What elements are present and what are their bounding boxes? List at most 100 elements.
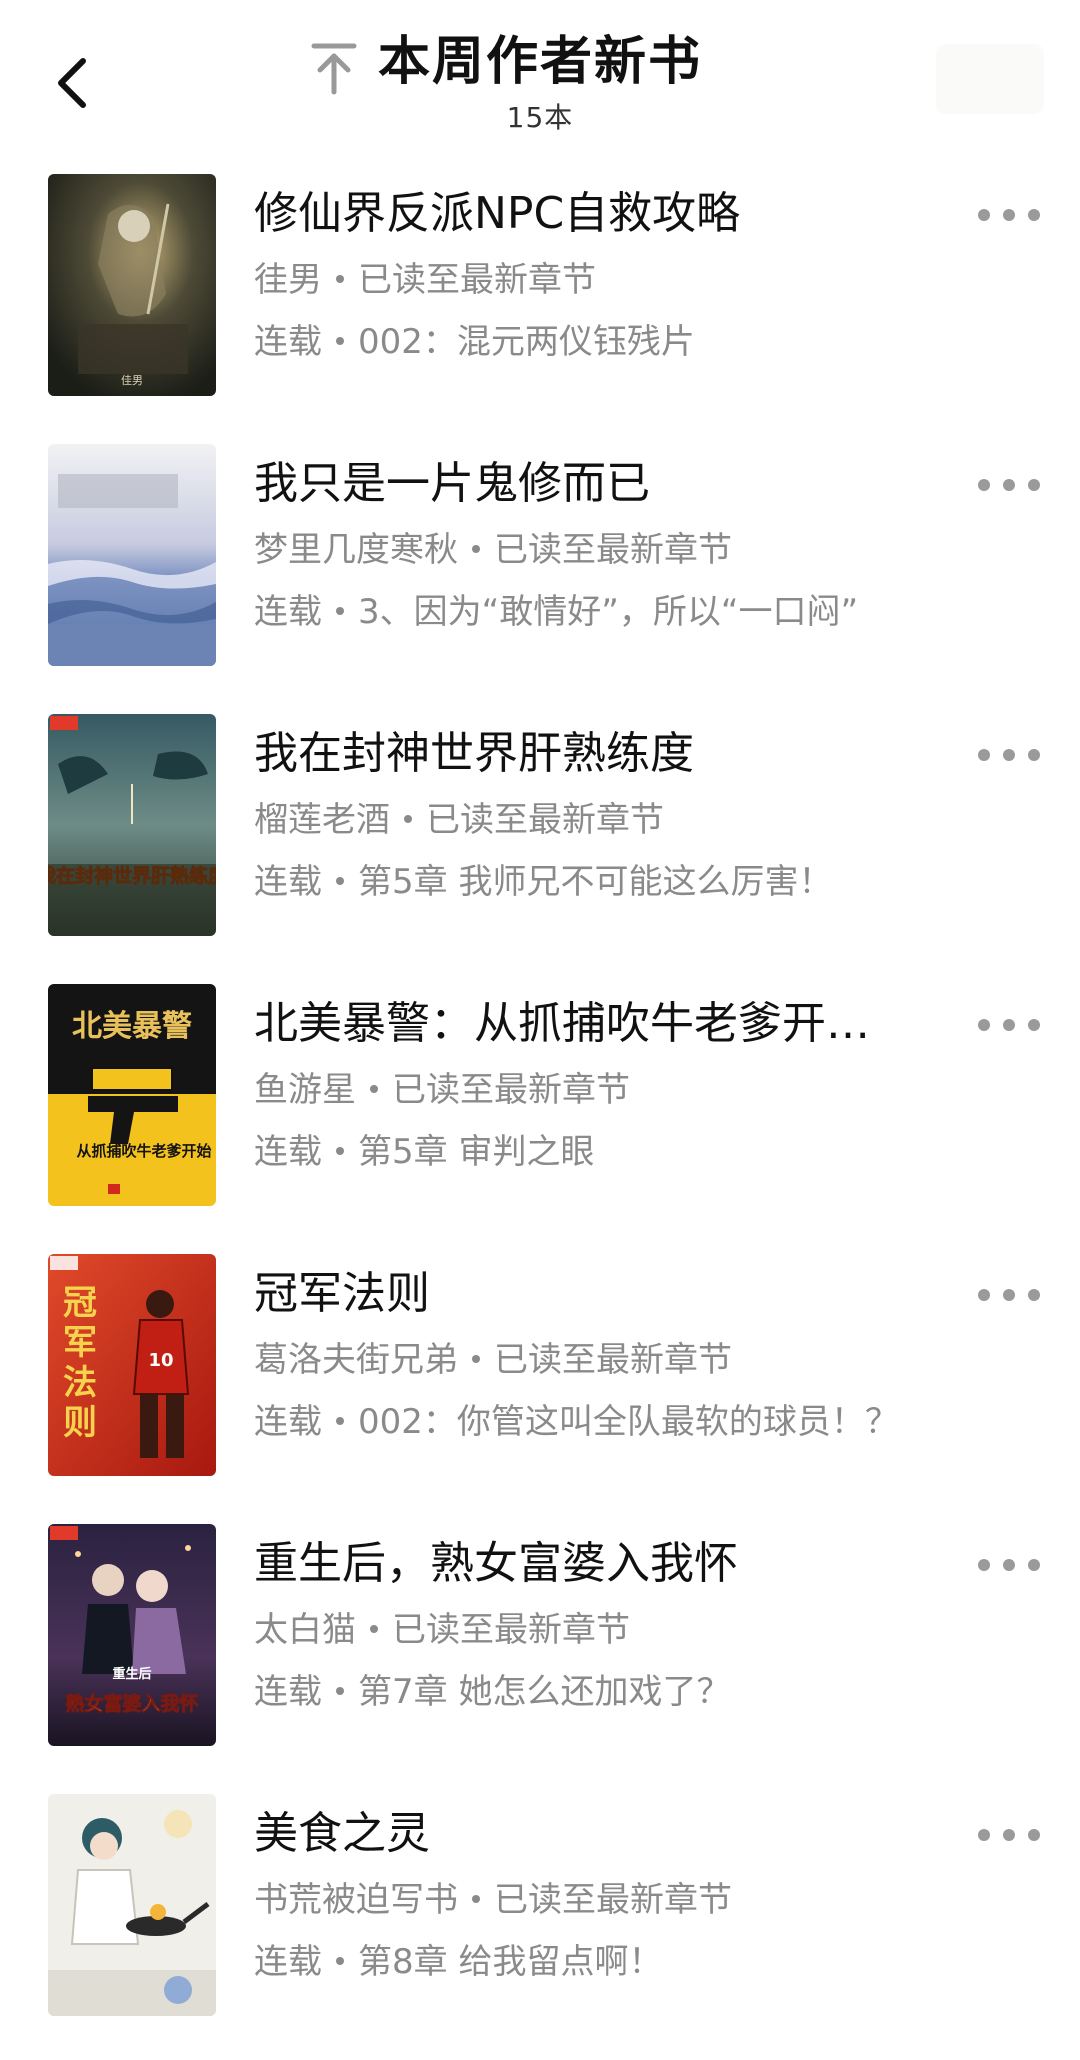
chapter-title: 第7章 她怎么还加戏了？ [358,1672,731,1712]
chapter-title: 第5章 审判之眼 [358,1132,595,1172]
more-options-button[interactable] [978,1550,1040,1580]
book-meta: 榴莲老酒 已读至最新章节 [254,796,664,844]
book-author: 徍男 [254,260,322,300]
book-list: 佳男 修仙界反派NPC自救攻略 徍男 已读至最新章节 连载 002：混元两仪钰残片 [0,170,1080,2060]
latest-chapter: 连载 第5章 审判之眼 [254,1128,1024,1176]
book-cover[interactable] [48,1794,216,2016]
chapter-title: 3、因为“敢情好”，所以“一口闷” [358,592,859,632]
dot-icon [1003,479,1015,491]
dot-icon [1028,1289,1040,1301]
book-count: 15本 [506,101,574,134]
dot-icon [978,1559,990,1571]
book-title[interactable]: 我只是一片鬼修而已 [254,456,934,512]
dot-icon [1003,749,1015,761]
dot-icon [1028,1829,1040,1841]
dot-icon [978,1019,990,1031]
book-cover[interactable]: 北美暴警 从抓捕吹牛老爹开始 [48,984,216,1206]
book-author: 鱼游星 [254,1070,356,1110]
book-status: 连载 [254,1402,322,1442]
reading-progress: 已读至最新章节 [392,1070,630,1110]
cover-text: 北美暴警 [72,1009,192,1044]
book-author: 书荒被迫写书 [254,1880,458,1920]
book-cover[interactable]: 冠 军 法 则 10 [48,1254,216,1476]
book-meta: 书荒被迫写书 已读至最新章节 [254,1876,732,1924]
latest-chapter: 连载 002：你管这叫全队最软的球员！？ [254,1398,1024,1446]
svg-text:则: 则 [63,1403,97,1443]
book-status: 连载 [254,862,322,902]
svg-text:冠: 冠 [63,1283,97,1323]
svg-text:法: 法 [63,1363,97,1403]
book-title[interactable]: 重生后，熟女富婆入我怀 [254,1536,934,1592]
book-status: 连载 [254,592,322,632]
reading-progress: 已读至最新章节 [494,530,732,570]
page-title: 本周作者新书 [378,32,703,92]
book-item[interactable]: 美食之灵 书荒被迫写书 已读至最新章节 连载 第8章 给我留点啊！ [0,1790,1080,2060]
top-bar: 本周作者新书 15本 [0,0,1080,150]
dot-icon [1003,1829,1015,1841]
header-action-placeholder[interactable] [936,44,1044,114]
book-title[interactable]: 修仙界反派NPC自救攻略 [254,186,934,242]
latest-chapter: 连载 第5章 我师兄不可能这么厉害！ [254,858,1024,906]
dot-icon [978,209,990,221]
latest-chapter: 连载 第8章 给我留点啊！ [254,1938,1024,1986]
dot-icon [1003,1559,1015,1571]
more-options-button[interactable] [978,1280,1040,1310]
reading-progress: 已读至最新章节 [426,800,664,840]
scroll-to-top-icon[interactable] [308,40,360,96]
book-author: 榴莲老酒 [254,800,390,840]
dot-icon [1003,1289,1015,1301]
cover-subtitle: 从抓捕吹牛老爹开始 [76,1142,211,1160]
more-options-button[interactable] [978,470,1040,500]
jersey-number: 10 [148,1350,173,1371]
more-options-button[interactable] [978,200,1040,230]
book-title[interactable]: 我在封神世界肝熟练度 [254,726,934,782]
book-item[interactable]: 我在封神世界肝熟练度 我在封神世界肝熟练度 榴莲老酒已读至最新章节 连载第5章 … [0,710,1080,980]
book-status: 连载 [254,1132,322,1172]
dot-icon [978,479,990,491]
book-cover[interactable]: 重生后 熟女富婆入我怀 [48,1524,216,1746]
book-cover[interactable] [48,444,216,666]
book-author: 太白猫 [254,1610,356,1650]
dot-icon [978,1289,990,1301]
cover-text: 熟女富婆入我怀 [65,1692,198,1715]
chapter-title: 第5章 我师兄不可能这么厉害！ [358,862,833,902]
dot-icon [978,1829,990,1841]
book-title[interactable]: 美食之灵 [254,1806,934,1862]
more-options-button[interactable] [978,1010,1040,1040]
book-meta: 鱼游星 已读至最新章节 [254,1066,630,1114]
book-title[interactable]: 北美暴警：从抓捕吹牛老爹开… [254,996,934,1052]
book-item[interactable]: 重生后 熟女富婆入我怀 重生后，熟女富婆入我怀 太白猫 已读至最新章节 连载 第7章… [0,1520,1080,1790]
dot-icon [1028,749,1040,761]
cover-text: 我在封神世界肝熟练度 [48,864,216,887]
reading-progress: 已读至最新章节 [494,1340,732,1380]
latest-chapter: 连载 第7章 她怎么还加戏了？ [254,1668,1024,1716]
book-meta: 葛洛夫街兄弟 已读至最新章节 [254,1336,732,1384]
book-author: 梦里几度寒秋 [254,530,458,570]
book-item[interactable]: 佳男 修仙界反派NPC自救攻略 徍男 已读至最新章节 连载 002：混元两仪钰残片 [0,170,1080,440]
book-meta: 梦里几度寒秋 已读至最新章节 [254,526,732,574]
book-cover[interactable]: 我在封神世界肝熟练度 [48,714,216,936]
chapter-title: 002：你管这叫全队最软的球员！？ [358,1402,899,1442]
book-item[interactable]: 北美暴警 从抓捕吹牛老爹开始 北美暴警：从抓捕吹牛老爹开… 鱼游星 已读至最新章节… [0,980,1080,1250]
cover-text: 佳男 [121,373,143,387]
book-status: 连载 [254,322,322,362]
more-options-button[interactable] [978,1820,1040,1850]
book-status: 连载 [254,1672,322,1712]
book-status: 连载 [254,1942,322,1982]
book-item[interactable]: 我只是一片鬼修而已 梦里几度寒秋 已读至最新章节 连载 3、因为“敢情好”，所以“一… [0,440,1080,710]
book-meta: 徍男 已读至最新章节 [254,256,596,304]
chapter-title: 002：混元两仪钰残片 [358,322,695,362]
book-title[interactable]: 冠军法则 [254,1266,934,1322]
dot-icon [1028,1559,1040,1571]
dot-icon [1003,1019,1015,1031]
latest-chapter: 连载 3、因为“敢情好”，所以“一口闷” [254,588,1024,636]
reading-progress: 已读至最新章节 [494,1880,732,1920]
reading-progress: 已读至最新章节 [358,260,596,300]
cover-top-text: 重生后 [112,1666,151,1682]
book-cover[interactable]: 佳男 [48,174,216,396]
dot-icon [1028,209,1040,221]
book-item[interactable]: 冠 军 法 则 10 冠军法则 葛洛夫街兄弟 已读至最新章节 连载 002：你管这叫… [0,1250,1080,1520]
dot-icon [1028,479,1040,491]
more-options-button[interactable] [978,740,1040,770]
latest-chapter: 连载 002：混元两仪钰残片 [254,318,1024,366]
